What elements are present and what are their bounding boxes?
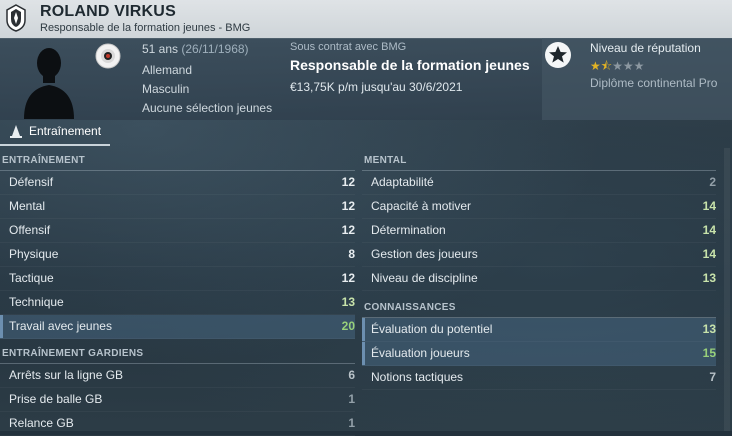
attribute-row[interactable]: Tactique 12 xyxy=(0,267,355,291)
attribute-row[interactable]: Relance GB 1 xyxy=(0,412,355,436)
youth-selections: Aucune sélection jeunes xyxy=(142,101,273,115)
gender: Masculin xyxy=(142,82,190,96)
attribute-row[interactable]: Détermination 14 xyxy=(362,219,716,243)
attribute-row[interactable]: Niveau de discipline 13 xyxy=(362,267,716,291)
nationality[interactable]: Allemand xyxy=(142,63,192,77)
contract-status: Sous contrat avec BMG xyxy=(290,41,407,53)
attribute-row[interactable]: Gestion des joueurs 14 xyxy=(362,243,716,267)
attribute-row[interactable]: Adaptabilité 2 xyxy=(362,171,716,195)
attribute-value: 13 xyxy=(702,322,716,336)
attribute-value: 8 xyxy=(348,247,355,261)
attribute-name: Détermination xyxy=(371,223,446,237)
attribute-value: 2 xyxy=(709,175,716,189)
training-cone-icon xyxy=(10,125,22,138)
mental-attribute-list: Adaptabilité 2 Capacité à motiver 14 Détermi… xyxy=(362,171,716,291)
attribute-value: 1 xyxy=(348,416,355,430)
contract-wage: €13,75K p/m jusqu'au 30/6/2021 xyxy=(290,80,463,94)
attribute-value: 12 xyxy=(341,175,355,189)
attribute-row[interactable]: Mental 12 xyxy=(0,195,355,219)
attribute-value: 12 xyxy=(341,271,355,285)
attribute-value: 7 xyxy=(709,370,716,384)
attribute-name: Mental xyxy=(9,199,46,213)
goalkeeping-attribute-list: Arrêts sur la ligne GB 6 Prise de balle GB… xyxy=(0,364,355,436)
attribute-row[interactable]: Notions tactiques 7 xyxy=(362,366,716,390)
attribute-value: 14 xyxy=(702,199,716,213)
section-title-goalkeeping: ENTRAÎNEMENT GARDIENS xyxy=(2,348,144,359)
star-icon: ★ xyxy=(622,59,634,73)
page-title: ROLAND VIRKUS xyxy=(40,3,176,20)
attribute-name: Capacité à motiver xyxy=(371,199,472,213)
nationality-flag-icon[interactable] xyxy=(95,43,121,69)
page-subtitle[interactable]: Responsable de la formation jeunes - BMG xyxy=(40,22,250,34)
attribute-value: 14 xyxy=(702,223,716,237)
attribute-value: 13 xyxy=(702,271,716,285)
attribute-name: Défensif xyxy=(9,175,54,189)
attribute-value: 20 xyxy=(341,319,355,333)
attribute-name: Prise de balle GB xyxy=(9,392,103,406)
attribute-row[interactable]: Défensif 12 xyxy=(0,171,355,195)
attribute-name: Adaptabilité xyxy=(371,175,434,189)
attribute-value: 6 xyxy=(348,368,355,382)
attribute-name: Gestion des joueurs xyxy=(371,247,478,261)
attribute-row[interactable]: Arrêts sur la ligne GB 6 xyxy=(0,364,355,388)
section-title-mental: MENTAL xyxy=(364,155,407,166)
attribute-name: Arrêts sur la ligne GB xyxy=(9,368,124,382)
attribute-row[interactable]: Physique 8 xyxy=(0,243,355,267)
knowledge-attribute-list: Évaluation du potentiel 13 Évaluation joue… xyxy=(362,318,716,390)
star-icon: ★ xyxy=(590,59,601,73)
attribute-value: 13 xyxy=(341,295,355,309)
attribute-name: Physique xyxy=(9,247,59,261)
attribute-value: 15 xyxy=(702,346,716,360)
attribute-name: Évaluation du potentiel xyxy=(371,322,493,336)
club-badge-icon[interactable] xyxy=(6,4,26,32)
attribute-value: 12 xyxy=(341,223,355,237)
attribute-value: 14 xyxy=(702,247,716,261)
contract-role: Responsable de la formation jeunes xyxy=(290,57,530,73)
age: 51 ans xyxy=(142,42,179,56)
attribute-row[interactable]: Travail avec jeunes 20 xyxy=(0,315,355,339)
attribute-row[interactable]: Prise de balle GB 1 xyxy=(0,388,355,412)
star-icon: ★ xyxy=(633,59,645,73)
attribute-row[interactable]: Évaluation du potentiel 13 xyxy=(362,318,716,342)
attribute-row[interactable]: Capacité à motiver 14 xyxy=(362,195,716,219)
attribute-name: Évaluation joueurs xyxy=(371,346,470,360)
tab-training-label: Entraînement xyxy=(29,124,102,138)
age-line: 51 ans (26/11/1968) xyxy=(142,42,249,56)
reputation-label: Niveau de réputation xyxy=(590,41,701,55)
vertical-scrollbar[interactable] xyxy=(724,148,730,431)
attribute-value: 1 xyxy=(348,392,355,406)
attribute-value: 12 xyxy=(341,199,355,213)
star-badge-icon xyxy=(545,42,571,68)
star-icon: ★ xyxy=(612,59,623,73)
section-title-knowledge: CONNAISSANCES xyxy=(364,302,456,313)
person-silhouette-icon xyxy=(24,48,74,119)
attribute-row[interactable]: Évaluation joueurs 15 xyxy=(362,342,716,366)
birth-date: (26/11/1968) xyxy=(181,42,249,56)
attribute-name: Niveau de discipline xyxy=(371,271,478,285)
attribute-name: Technique xyxy=(9,295,64,309)
tab-bar: Entraînement xyxy=(0,120,732,146)
coaching-diploma: Diplôme continental Pro xyxy=(590,76,718,90)
tab-training[interactable]: Entraînement xyxy=(0,120,110,146)
attribute-name: Travail avec jeunes xyxy=(9,319,112,333)
title-bar: ROLAND VIRKUS Responsable de la formatio… xyxy=(0,0,732,39)
attribute-row[interactable]: Offensif 12 xyxy=(0,219,355,243)
attribute-name: Relance GB xyxy=(9,416,74,430)
star-icon: ⯪ xyxy=(600,59,613,73)
attribute-name: Notions tactiques xyxy=(371,370,464,384)
reputation-stars: ★⯪★★★ xyxy=(590,57,644,78)
attribute-name: Tactique xyxy=(9,271,54,285)
attribute-row[interactable]: Technique 13 xyxy=(0,291,355,315)
training-attribute-list: Défensif 12 Mental 12 Offensif 12 Physique 8 Tac… xyxy=(0,171,355,339)
section-title-training: ENTRAÎNEMENT xyxy=(2,155,86,166)
attribute-name: Offensif xyxy=(9,223,51,237)
